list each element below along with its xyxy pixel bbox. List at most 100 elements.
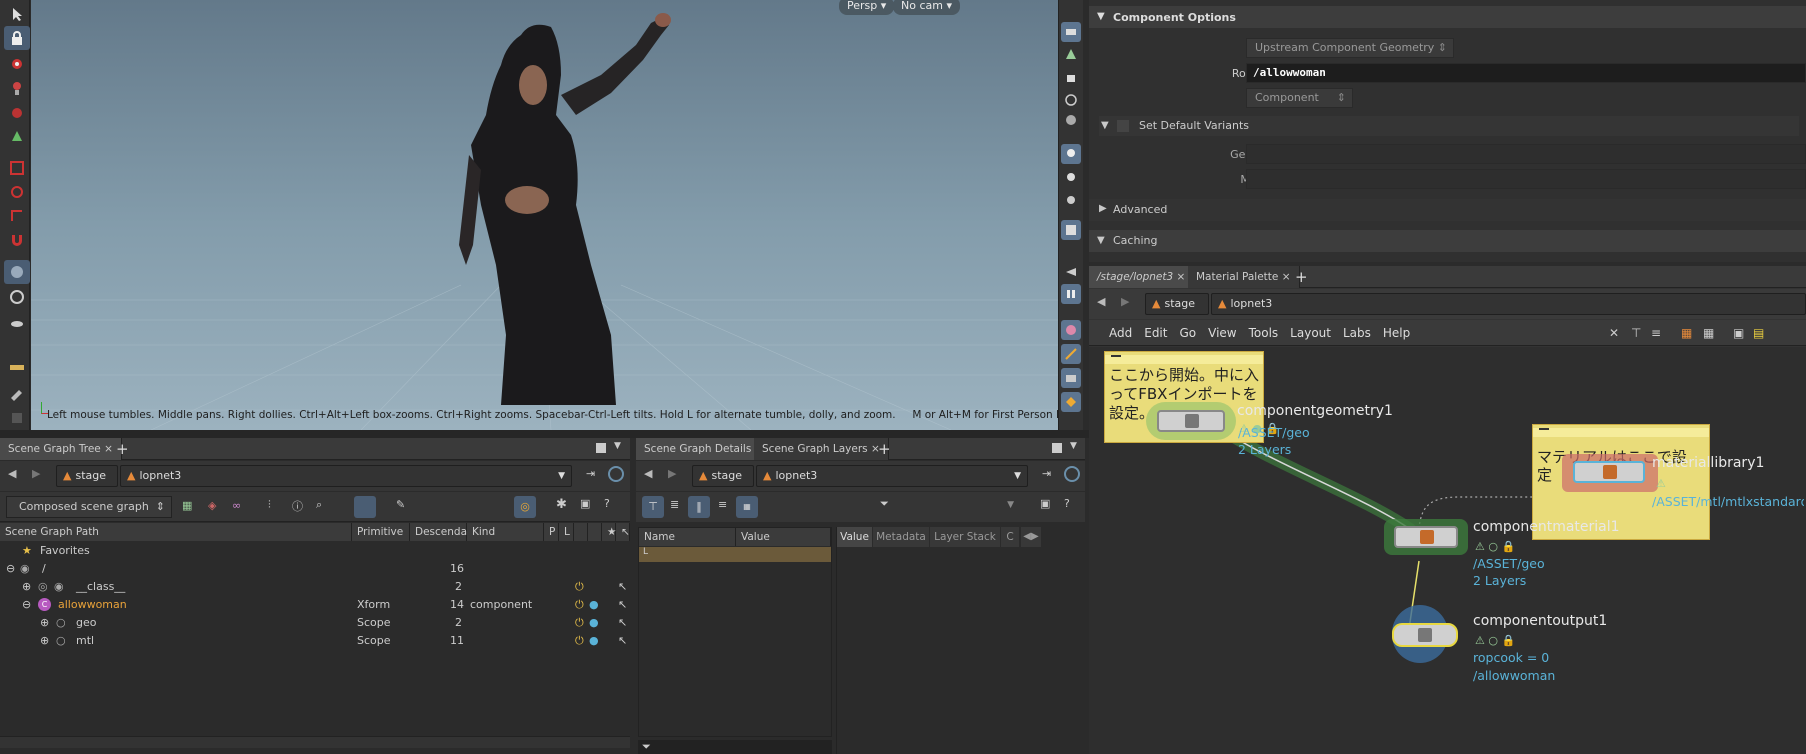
rows-icon[interactable]: ≡ [718,498,727,511]
section-component-options[interactable]: ▼ Component Options [1089,6,1806,28]
network-canvas[interactable]: ここから開始。中に入ってFBXインポートを設定。 マテリアルはここで設定 ⚠ ●… [1089,347,1806,754]
back-arrow-icon[interactable]: ◀ [1097,295,1105,308]
lock-camera-icon[interactable] [1061,66,1081,86]
forward-arrow-icon[interactable]: ▶ [668,467,676,480]
dropdown-icon[interactable]: ▼ [614,441,621,451]
crumb-stage[interactable]: ▲ stage [692,465,754,487]
lock-icon[interactable] [4,26,30,50]
cursor-icon[interactable]: ↖ [618,614,627,632]
filter-icon[interactable]: ⏷ [638,740,832,754]
expand-icon[interactable]: ⊖ [6,560,15,578]
columns-icon[interactable]: ‖ [688,496,710,518]
menu-add[interactable]: Add [1109,326,1132,340]
add-tab-icon[interactable]: + [1295,268,1308,286]
menu-go[interactable]: Go [1179,326,1196,340]
link-icon[interactable] [1064,466,1080,482]
scene-graph-mode-dropdown[interactable]: Composed scene graph ⇕ [6,496,172,518]
paint-tool-icon[interactable] [4,100,30,124]
visibility-icon[interactable]: ● [589,596,599,614]
expand-icon[interactable]: ⊕ [40,614,49,632]
back-arrow-icon[interactable]: ◀ [644,467,652,480]
col-sel-icon[interactable] [588,523,602,541]
menu-labs[interactable]: Labs [1343,326,1371,340]
col-kind[interactable]: Kind [467,523,544,541]
cursor-icon[interactable]: ↖ [618,578,627,596]
light-bulb-icon[interactable] [1061,168,1081,188]
source-dropdown[interactable]: Upstream Component Geometry ⇕ [1246,38,1454,58]
target-icon[interactable]: ◎ [514,496,536,518]
select-tool-icon[interactable] [4,2,30,26]
node-componentoutput1[interactable] [1392,623,1458,647]
list-icon[interactable]: ≡ [1651,320,1661,346]
col-p[interactable]: P [544,523,559,541]
col-star-icon[interactable]: ★ [602,523,616,541]
camera-nocam-menu[interactable]: No cam ▾ [893,0,960,15]
tab-layer-stack[interactable]: Layer Stack [930,527,1000,547]
pane-menu-icon[interactable] [596,443,606,453]
tree-row-class[interactable]: ⊕ ◎ ◉ __class__ 2 ⏻ ↖ [0,578,630,596]
paint-view-icon[interactable] [1061,320,1081,340]
forward-arrow-icon[interactable]: ▶ [32,467,40,480]
crumb-lopnet3[interactable]: ▲ lopnet3 ▼ [756,465,1028,487]
draw-mode-icon[interactable]: ✎ [396,498,405,511]
back-arrow-icon[interactable]: ◀ [8,467,16,480]
grid-icon[interactable]: ▦ [1681,320,1692,346]
translate-tool-icon[interactable] [4,156,30,180]
pin-icon[interactable]: ⇥ [1042,467,1051,480]
time-samples-icon[interactable]: ▦ [736,496,758,518]
power-icon[interactable]: ⏻ [575,578,584,596]
scale-tool-icon[interactable] [4,204,30,228]
section-set-default-variants[interactable]: ▼ Set Default Variants [1099,116,1799,136]
light-tool-icon[interactable] [4,310,30,334]
camera-persp-menu[interactable]: Persp ▾ [839,0,895,15]
attribute-row[interactable]: L [639,547,831,562]
expand-icon[interactable]: ⊖ [22,596,31,614]
gear-icon[interactable]: ✱ [556,497,567,512]
cursor-icon[interactable]: ↖ [618,632,627,650]
pick-icon[interactable] [354,496,376,518]
visibility-icon[interactable]: ● [589,632,599,650]
node-componentmaterial1[interactable] [1394,526,1458,548]
close-view-icon[interactable] [1061,90,1081,110]
snap-icon[interactable] [1061,44,1081,64]
tab-scroll-icon[interactable]: ◀▶ [1021,527,1041,547]
col-descendants[interactable]: Descenda [410,523,467,541]
col-vis-icon[interactable] [574,523,588,541]
crumb-lopnet3[interactable]: ▲ lopnet3 ▼ [120,465,572,487]
handle-tool-icon[interactable] [4,124,30,148]
brush-tool-icon[interactable] [4,76,30,100]
add-tab-icon[interactable]: + [878,440,891,458]
tree-icon[interactable]: ⊤ [1631,320,1641,346]
viewport[interactable]: Persp ▾ No cam ▾ Left mouse tumbles. Mid… [31,0,1058,430]
dropdown-icon[interactable]: ▼ [1070,441,1077,451]
camera-icon[interactable]: ▣ [1040,497,1050,510]
render-icon[interactable] [1061,220,1081,240]
expand-icon[interactable]: ⊕ [22,578,31,596]
search-icon[interactable]: ⌕ [316,498,322,512]
crumb-lopnet3[interactable]: ▲ lopnet3 [1211,293,1806,315]
panel-icon[interactable]: ▣ [1733,320,1744,346]
view-tool-icon[interactable] [4,260,30,284]
forward-arrow-icon[interactable]: ▶ [1121,295,1129,308]
grid2-icon[interactable]: ▦ [1703,320,1714,346]
guide-icon[interactable] [1061,344,1081,364]
col-value[interactable]: Value [736,528,831,546]
ruler-tool-icon[interactable] [4,355,30,379]
camera-tool-icon[interactable] [4,285,30,309]
col-l[interactable]: L [559,523,574,541]
power-icon[interactable]: ⏻ [575,614,584,632]
geometry-field[interactable] [1246,144,1806,164]
visibility-icon[interactable]: ● [589,614,599,632]
menu-layout[interactable]: Layout [1290,326,1331,340]
pane-menu-icon[interactable] [1052,443,1062,453]
power-icon[interactable]: ⏻ [575,596,584,614]
magnet-icon[interactable] [4,228,30,252]
add-tab-icon[interactable]: + [116,440,129,458]
tree-row-allowwoman[interactable]: ⊖ C allowwoman Xform 14 component ⏻ ● ↖ [0,596,630,614]
tab-material-palette[interactable]: Material Palette × [1188,266,1300,288]
tree-scrollbar[interactable] [0,736,630,748]
tab-scene-graph-layers[interactable]: Scene Graph Layers × [754,438,889,460]
camera-view-icon[interactable] [1061,368,1081,388]
expand-icon[interactable]: ⊕ [40,632,49,650]
menu-help[interactable]: Help [1383,326,1410,340]
